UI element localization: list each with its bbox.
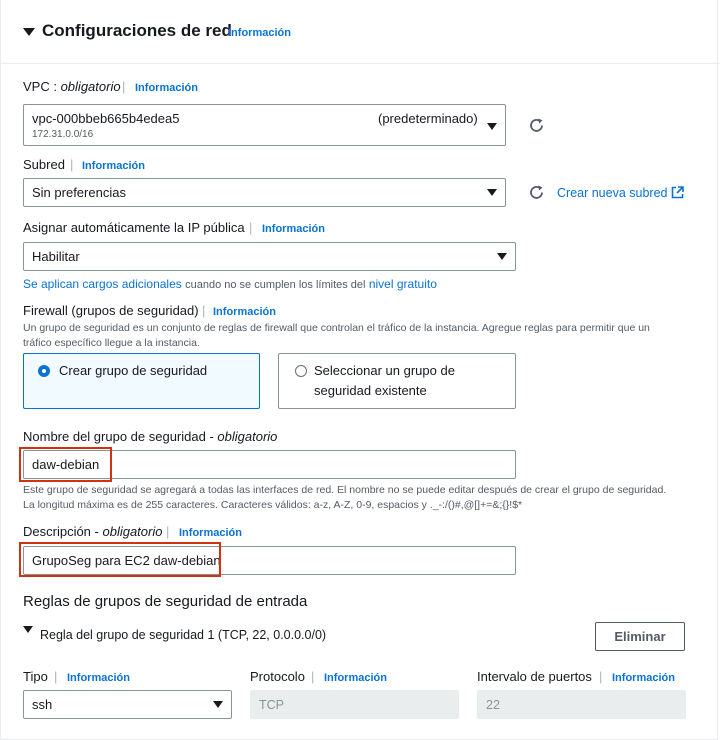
inbound-rules-title: Reglas de grupos de seguridad de entrada	[23, 593, 308, 610]
caret-down-icon[interactable]	[23, 626, 33, 633]
free-tier-link[interactable]: nivel gratuito	[369, 277, 437, 291]
dropdown-arrow-icon	[497, 253, 507, 260]
create-sg-option[interactable]: Crear grupo de seguridad	[23, 353, 260, 409]
port-range-value: 22	[486, 698, 500, 712]
highlight-box	[19, 542, 221, 577]
charges-link[interactable]: Se aplican cargos adicionales	[23, 277, 182, 291]
public-ip-label: Asignar automáticamente la IP pública	[23, 220, 245, 235]
type-info-link[interactable]: Información	[67, 672, 130, 684]
rule-label: Regla del grupo de seguridad 1 (TCP, 22,…	[40, 628, 327, 642]
subnet-info-link[interactable]: Información	[82, 160, 145, 172]
header-divider	[0, 63, 720, 64]
header-info-link[interactable]: Información	[228, 27, 291, 39]
protocol-label: Protocolo	[250, 669, 305, 684]
vpc-label: VPC : obligatorio	[23, 79, 121, 94]
protocol-field: TCP	[250, 690, 459, 719]
create-sg-label: Crear grupo de seguridad	[59, 363, 208, 378]
vpc-value: vpc-000bbeb665b4edea5	[32, 111, 180, 126]
dropdown-arrow-icon	[213, 701, 223, 708]
description-label: Descripción - obligatorio	[23, 524, 163, 539]
port-range-label: Intervalo de puertos	[477, 669, 592, 684]
port-range-info-link[interactable]: Información	[612, 672, 675, 684]
select-existing-sg-option[interactable]: Seleccionar un grupo de seguridad existe…	[278, 353, 516, 409]
separator: |	[122, 79, 126, 94]
description-info-link[interactable]: Información	[179, 527, 242, 539]
separator: |	[166, 524, 170, 539]
public-ip-select[interactable]: Habilitar	[23, 242, 516, 271]
separator: |	[202, 303, 206, 318]
separator: |	[54, 669, 58, 684]
port-range-field: 22	[477, 690, 686, 719]
firewall-label: Firewall (grupos de seguridad)	[23, 303, 199, 318]
radio-selected[interactable]	[38, 365, 50, 377]
separator: |	[599, 669, 603, 684]
refresh-icon[interactable]	[528, 117, 545, 134]
select-existing-sg-label: Seleccionar un grupo de seguridad existe…	[314, 363, 455, 398]
separator: |	[311, 669, 315, 684]
separator: |	[70, 157, 74, 172]
firewall-info-link[interactable]: Información	[213, 306, 276, 318]
public-ip-value: Habilitar	[32, 249, 80, 264]
public-ip-info-link[interactable]: Información	[262, 223, 325, 235]
sg-name-help: Este grupo de seguridad se agregará a to…	[23, 484, 667, 511]
section-title: Configuraciones de red	[42, 21, 232, 40]
separator: |	[249, 220, 253, 235]
vpc-info-link[interactable]: Información	[135, 82, 198, 94]
subnet-label: Subred	[23, 157, 65, 172]
vpc-default-tag: (predeterminado)	[378, 111, 478, 126]
delete-rule-button[interactable]: Eliminar	[595, 622, 685, 651]
dropdown-arrow-icon	[487, 123, 497, 130]
dropdown-arrow-icon	[487, 189, 497, 196]
vpc-cidr: 172.31.0.0/16	[32, 129, 94, 140]
protocol-info-link[interactable]: Información	[324, 672, 387, 684]
type-label: Tipo	[23, 669, 48, 684]
caret-down-icon[interactable]	[23, 28, 35, 36]
external-link-icon[interactable]	[671, 186, 684, 199]
firewall-description: Un grupo de seguridad es un conjunto de …	[23, 322, 650, 349]
charges-note: Se aplican cargos adicionales cuando no …	[23, 277, 437, 291]
sg-name-label: Nombre del grupo de seguridad - obligato…	[23, 429, 278, 444]
radio-unselected[interactable]	[295, 365, 307, 377]
type-value: ssh	[32, 697, 53, 712]
subnet-value: Sin preferencias	[32, 185, 126, 200]
refresh-icon[interactable]	[528, 184, 545, 201]
vpc-select[interactable]: vpc-000bbeb665b4edea5 (predeterminado) 1…	[23, 104, 506, 146]
create-subnet-link[interactable]: Crear nueva subred	[557, 186, 667, 200]
type-select[interactable]: ssh	[23, 690, 232, 719]
highlight-box	[19, 447, 112, 482]
protocol-value: TCP	[259, 698, 284, 712]
subnet-select[interactable]: Sin preferencias	[23, 178, 506, 207]
